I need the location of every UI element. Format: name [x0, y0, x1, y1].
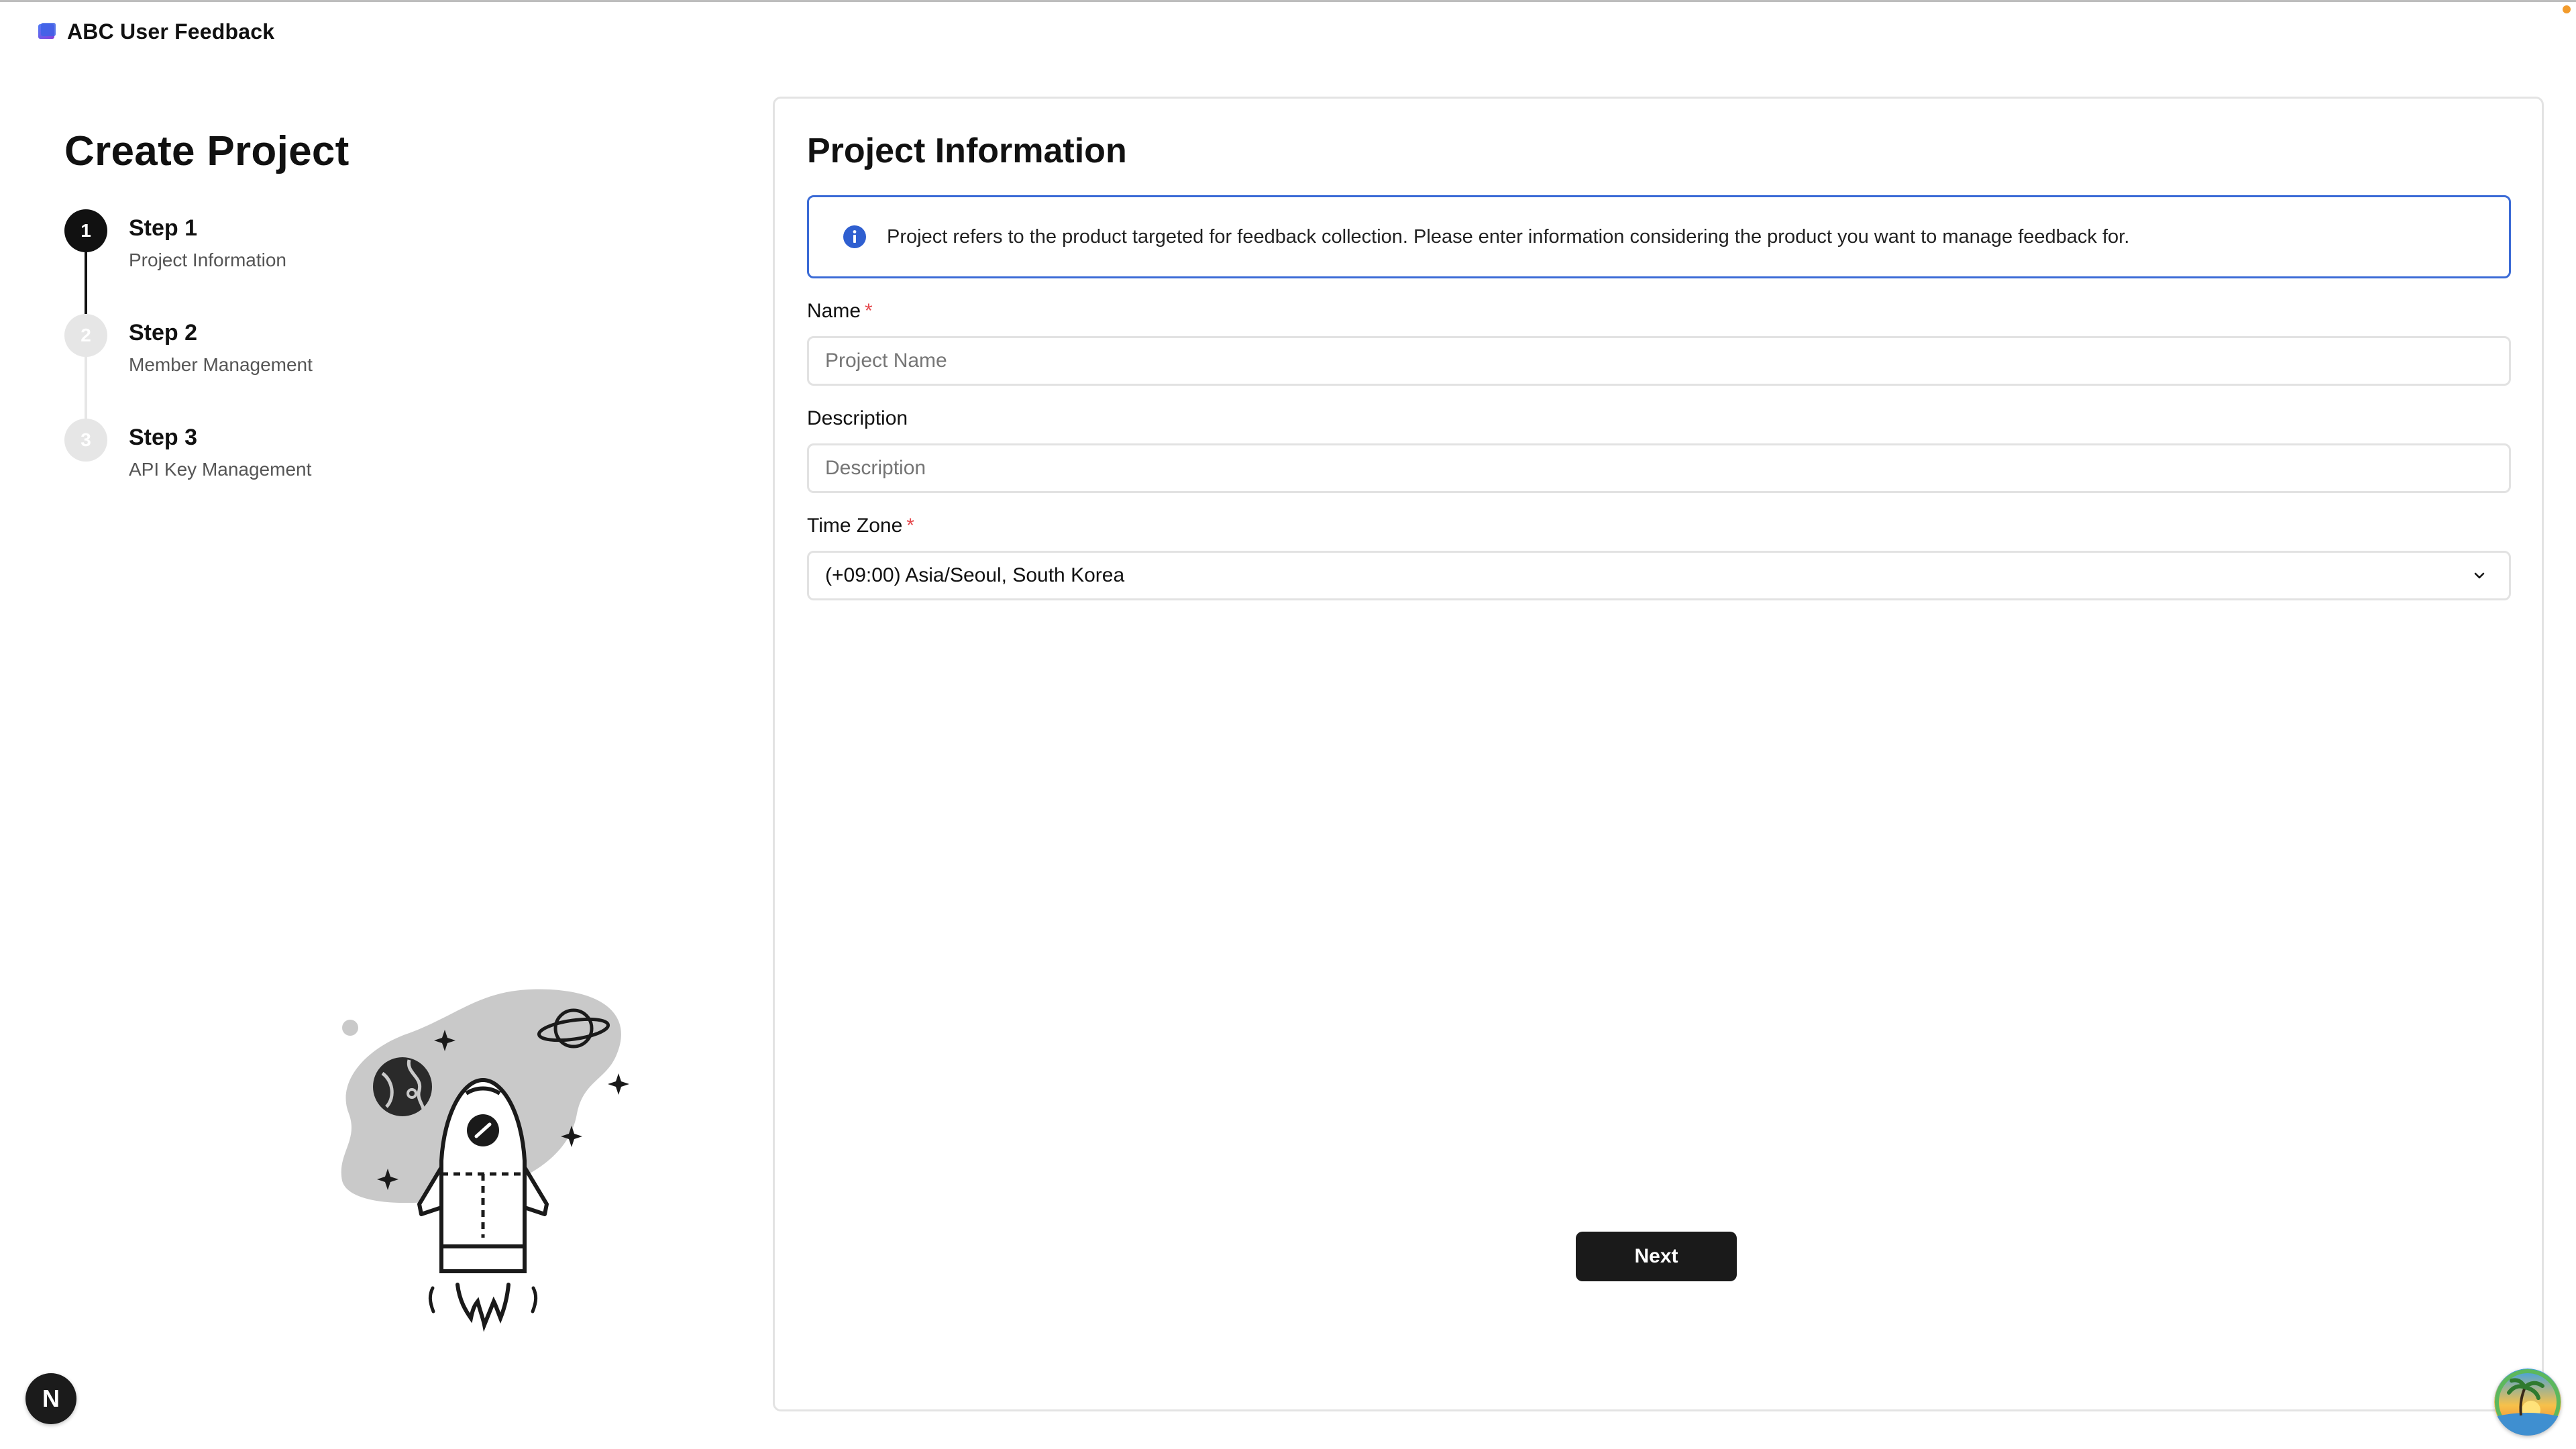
timezone-label: Time Zone *: [807, 515, 914, 537]
step-3[interactable]: 3 Step 3 API Key Management: [64, 419, 668, 523]
timezone-value: (+09:00) Asia/Seoul, South Korea: [825, 564, 1125, 586]
notification-dot: [2563, 5, 2571, 13]
timezone-label-text: Time Zone: [807, 515, 903, 537]
info-text: Project refers to the product targeted f…: [887, 225, 2130, 248]
step-1-title: Step 1: [129, 215, 198, 241]
description-input[interactable]: [807, 443, 2511, 493]
step-connector: [85, 252, 87, 314]
step-2-number: 2: [64, 314, 107, 357]
next-js-badge-icon[interactable]: N: [25, 1373, 76, 1424]
user-avatar[interactable]: [2494, 1368, 2561, 1436]
badge-letter: N: [42, 1385, 60, 1412]
info-icon: [843, 225, 866, 248]
required-mark: *: [865, 300, 873, 322]
page-title: Create Project: [64, 128, 350, 174]
step-1-subtitle: Project Information: [129, 249, 286, 270]
step-3-number: 3: [64, 419, 107, 462]
project-name-input[interactable]: [807, 336, 2511, 386]
step-1-number: 1: [64, 209, 107, 252]
step-2[interactable]: 2 Step 2 Member Management: [64, 314, 668, 419]
app-logo-icon: [38, 23, 56, 39]
info-banner: Project refers to the product targeted f…: [807, 195, 2511, 278]
chevron-down-icon: [2474, 572, 2485, 579]
step-connector: [85, 357, 87, 419]
step-1[interactable]: 1 Step 1 Project Information: [64, 209, 668, 314]
rocket-illustration: [341, 989, 629, 1332]
step-2-subtitle: Member Management: [129, 354, 313, 375]
step-2-title: Step 2: [129, 320, 198, 345]
required-mark: *: [906, 515, 914, 537]
stepper: 1 Step 1 Project Information 2 Step 2 Me…: [64, 209, 668, 523]
next-button[interactable]: Next: [1576, 1232, 1737, 1281]
name-label: Name *: [807, 300, 873, 323]
window-top-border: [0, 0, 2576, 2]
name-label-text: Name: [807, 300, 861, 322]
app-name: ABC User Feedback: [67, 19, 275, 44]
project-info-card: Project Information Project refers to th…: [773, 97, 2544, 1411]
step-3-title: Step 3: [129, 425, 198, 450]
card-title: Project Information: [807, 131, 1127, 170]
app-brand[interactable]: ABC User Feedback: [36, 17, 274, 46]
timezone-select[interactable]: (+09:00) Asia/Seoul, South Korea: [807, 551, 2511, 600]
description-label: Description: [807, 407, 908, 429]
step-3-subtitle: API Key Management: [129, 458, 312, 480]
